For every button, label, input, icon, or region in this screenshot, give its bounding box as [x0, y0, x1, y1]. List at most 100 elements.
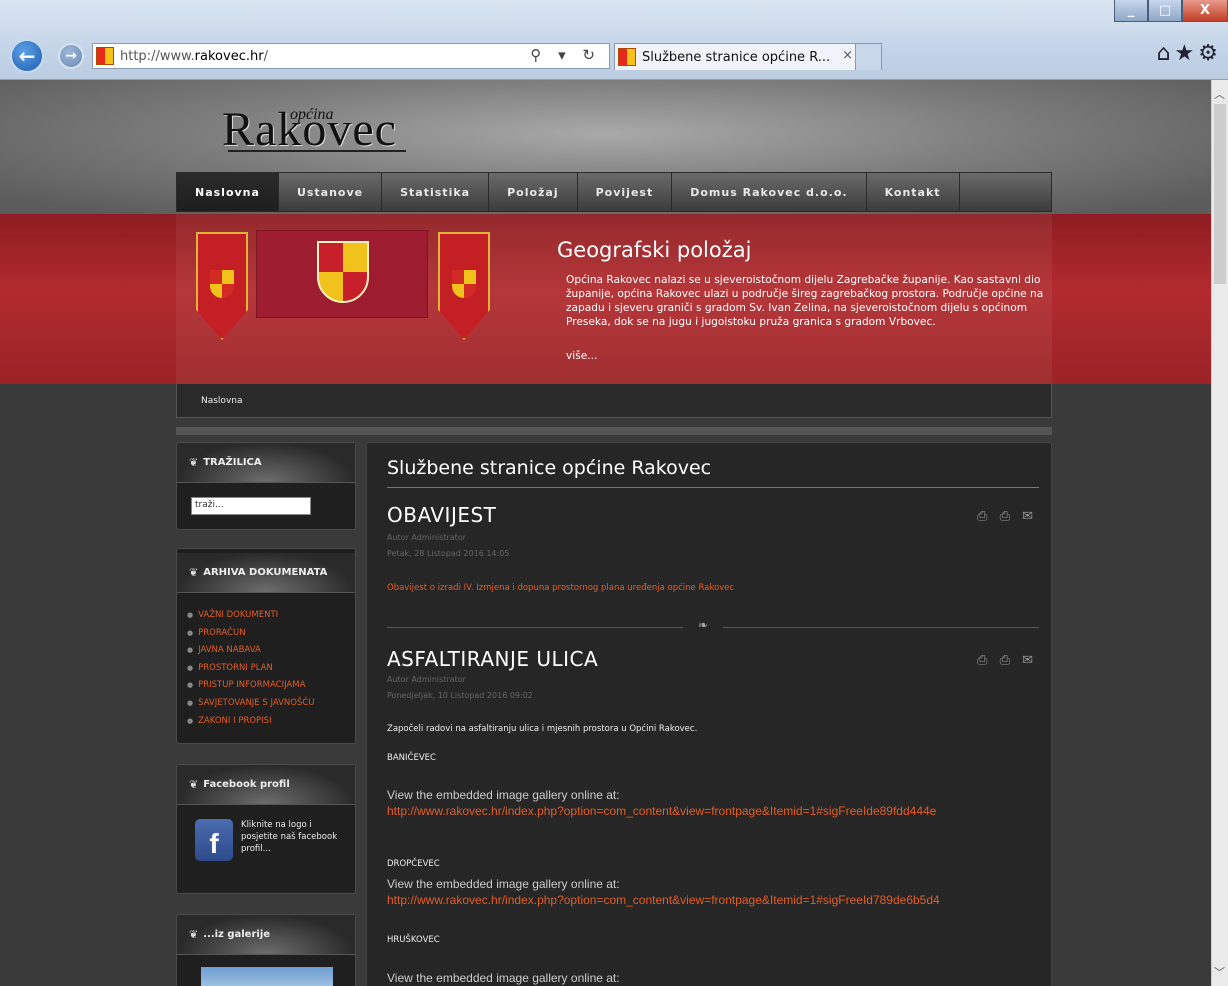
window-controls: _ □ X — [1114, 0, 1228, 22]
flag-coat-of-arms-icon — [317, 241, 369, 303]
article-author: Autor Administrator — [387, 533, 466, 542]
archive-item-javna-nabava[interactable]: ● JAVNA NABAVA — [187, 642, 355, 660]
facebook-logo-icon[interactable]: f — [195, 819, 233, 861]
nav-item-statistika[interactable]: Statistika — [382, 173, 490, 211]
banner-text: Općina Rakovec nalazi se u sjeveroistočn… — [566, 274, 1044, 328]
banner-more-link[interactable]: više... — [566, 350, 597, 362]
ornament-icon: ❦ — [189, 566, 199, 579]
content-divider — [176, 427, 1052, 435]
bullet-icon: ● — [187, 611, 194, 619]
bullet-icon: ● — [187, 646, 194, 655]
ornament-icon: ❦ — [189, 928, 199, 941]
bullet-icon: ● — [187, 663, 194, 672]
site-favicon-icon — [96, 47, 114, 65]
bullet-icon: ● — [187, 681, 194, 690]
village-label-hruskovec: HRUŠKOVEC — [387, 935, 440, 945]
tab-rakovec[interactable]: Službene stranice općine R... × — [614, 43, 882, 70]
article-author: Autor Administrator — [387, 675, 466, 684]
breadcrumb-bar: Naslovna — [176, 384, 1052, 418]
gallery-notice: View the embedded image gallery online a… — [387, 788, 620, 802]
nav-item-kontakt[interactable]: Kontakt — [867, 173, 960, 211]
scroll-up-icon[interactable]: ︿ — [1214, 86, 1225, 102]
gallery-module: ❦ ...iz galerije — [176, 914, 356, 986]
archive-item-vazni-dokumenti[interactable]: ● VAŽNI DOKUMENTI — [187, 607, 355, 625]
gallery-module-header: ❦ ...iz galerije — [177, 915, 355, 955]
article-link-obavijest[interactable]: Obavijest o izradi IV. Izmjena i dopuna … — [387, 583, 734, 593]
new-tab-button[interactable] — [855, 44, 881, 70]
breadcrumb[interactable]: Naslovna — [201, 396, 243, 406]
gallery-notice: View the embedded image gallery online a… — [387, 877, 620, 891]
archive-module: ❦ ARHIVA DOKUMENATA ● VAŽNI DOKUMENTI ● PR… — [176, 548, 356, 744]
ornament-icon: ❦ — [189, 778, 199, 791]
scroll-down-icon[interactable]: ﹀ — [1214, 964, 1225, 980]
article-text: Započeli radovi na asfaltiranju ulica i … — [387, 724, 698, 734]
title-rule — [387, 487, 1039, 488]
search-module-title: TRAŽILICA — [203, 457, 262, 468]
bullet-icon: ● — [187, 628, 194, 637]
tab-title: Službene stranice općine R... — [642, 49, 831, 65]
facebook-module-title: Facebook profil — [203, 779, 290, 790]
search-module: ❦ TRAŽILICA traži... — [176, 442, 356, 530]
maximize-button[interactable]: □ — [1148, 0, 1182, 22]
archive-item-pristup-informacijama[interactable]: ● PRISTUP INFORMACIJAMA — [187, 677, 355, 695]
pdf-print-email-icon[interactable]: ⎙ ⎙ ✉ — [977, 509, 1037, 524]
pdf-print-email-icon[interactable]: ⎙ ⎙ ✉ — [977, 653, 1037, 668]
article-title-obavijest[interactable]: OBAVIJEST — [387, 503, 496, 527]
article-title-asfaltiranje[interactable]: ASFALTIRANJE ULICA — [387, 647, 598, 671]
logo-underline — [228, 150, 406, 152]
gallery-thumbnail[interactable] — [201, 967, 333, 986]
gallery-notice: View the embedded image gallery online a… — [387, 971, 620, 985]
browser-chrome: _ □ X ← → http://www.rakovec.hr/ ⚲ ▾ ↻ S… — [0, 0, 1228, 80]
gallery-link-banicevec[interactable]: http://www.rakovec.hr/index.php?option=c… — [387, 804, 936, 818]
archive-item-proracun[interactable]: ● PRORAČUN — [187, 625, 355, 643]
main-nav: Naslovna Ustanove Statistika Položaj Pov… — [176, 172, 1052, 212]
village-label-dropcevec: DROPČEVEC — [387, 859, 440, 869]
archive-list: ● VAŽNI DOKUMENTI ● PRORAČUN ● JAVNA NABAVA… — [177, 593, 355, 730]
tab-close-icon[interactable]: × — [842, 48, 853, 63]
municipality-flag-icon — [256, 230, 428, 318]
archive-item-savjetovanje[interactable]: ● SAVJETOVANJE S JAVNOŠĆU — [187, 695, 355, 713]
close-window-button[interactable]: X — [1182, 0, 1228, 22]
archive-item-zakoni[interactable]: ● ZAKONI I PROPISI — [187, 713, 355, 731]
nav-item-polozaj[interactable]: Položaj — [489, 173, 578, 211]
gallery-module-title: ...iz galerije — [203, 929, 271, 940]
page-title: Službene stranice općine Rakovec — [387, 457, 712, 479]
archive-item-prostorni-plan[interactable]: ● PROSTORNI PLAN — [187, 660, 355, 678]
logo-subtitle: općina — [290, 106, 334, 123]
coat-of-arms-icon — [210, 270, 234, 298]
village-label-banicevec: BANIČEVEC — [387, 753, 436, 763]
back-button[interactable]: ← — [10, 39, 44, 73]
tab-favicon-icon — [618, 48, 636, 66]
gallery-link-dropcevec[interactable]: http://www.rakovec.hr/index.php?option=c… — [387, 893, 940, 907]
page-scrollbar[interactable]: ︿ ﹀ — [1211, 80, 1228, 986]
nav-item-ustanove[interactable]: Ustanove — [279, 173, 383, 211]
search-module-header: ❦ TRAŽILICA — [177, 443, 355, 483]
facebook-module: ❦ Facebook profil f Kliknite na logo i p… — [176, 764, 356, 894]
search-input[interactable]: traži... — [191, 497, 311, 515]
facebook-module-header: ❦ Facebook profil — [177, 765, 355, 805]
bullet-icon: ● — [187, 698, 194, 707]
bullet-icon: ● — [187, 716, 194, 725]
forward-button[interactable]: → — [58, 43, 84, 69]
ornament-icon: ❦ — [189, 456, 199, 469]
scroll-thumb[interactable] — [1214, 104, 1226, 284]
article-date: Ponedjeljak, 10 Listopad 2016 09:02 — [387, 691, 533, 700]
main-content: Službene stranice općine Rakovec OBAVIJE… — [366, 442, 1052, 986]
separator-ornament-icon: ❧ — [683, 618, 723, 632]
minimize-button[interactable]: _ — [1114, 0, 1148, 22]
archive-module-title: ARHIVA DOKUMENATA — [203, 567, 328, 578]
article-date: Petak, 28 Listopad 2016 14:05 — [387, 549, 510, 558]
archive-module-header: ❦ ARHIVA DOKUMENATA — [177, 553, 355, 593]
banner-title: Geografski položaj — [557, 238, 752, 262]
banner: Geografski položaj Općina Rakovec nalazi… — [0, 214, 1211, 384]
nav-item-naslovna[interactable]: Naslovna — [177, 173, 279, 211]
facebook-text: Kliknite na logo i posjetite naš faceboo… — [241, 820, 338, 854]
nav-item-povijest[interactable]: Povijest — [578, 173, 673, 211]
home-favorites-tools-icon[interactable]: ⌂★⚙ — [1157, 41, 1222, 66]
web-page: Rakovec općina Naslovna Ustanove Statist… — [0, 80, 1211, 986]
nav-item-domus[interactable]: Domus Rakovec d.o.o. — [672, 173, 867, 211]
address-bar[interactable]: http://www.rakovec.hr/ ⚲ ▾ ↻ — [92, 43, 610, 69]
coat-of-arms-icon — [452, 270, 476, 298]
address-actions-icon[interactable]: ⚲ ▾ ↻ — [530, 46, 601, 64]
url-text[interactable]: http://www.rakovec.hr/ — [120, 49, 268, 64]
